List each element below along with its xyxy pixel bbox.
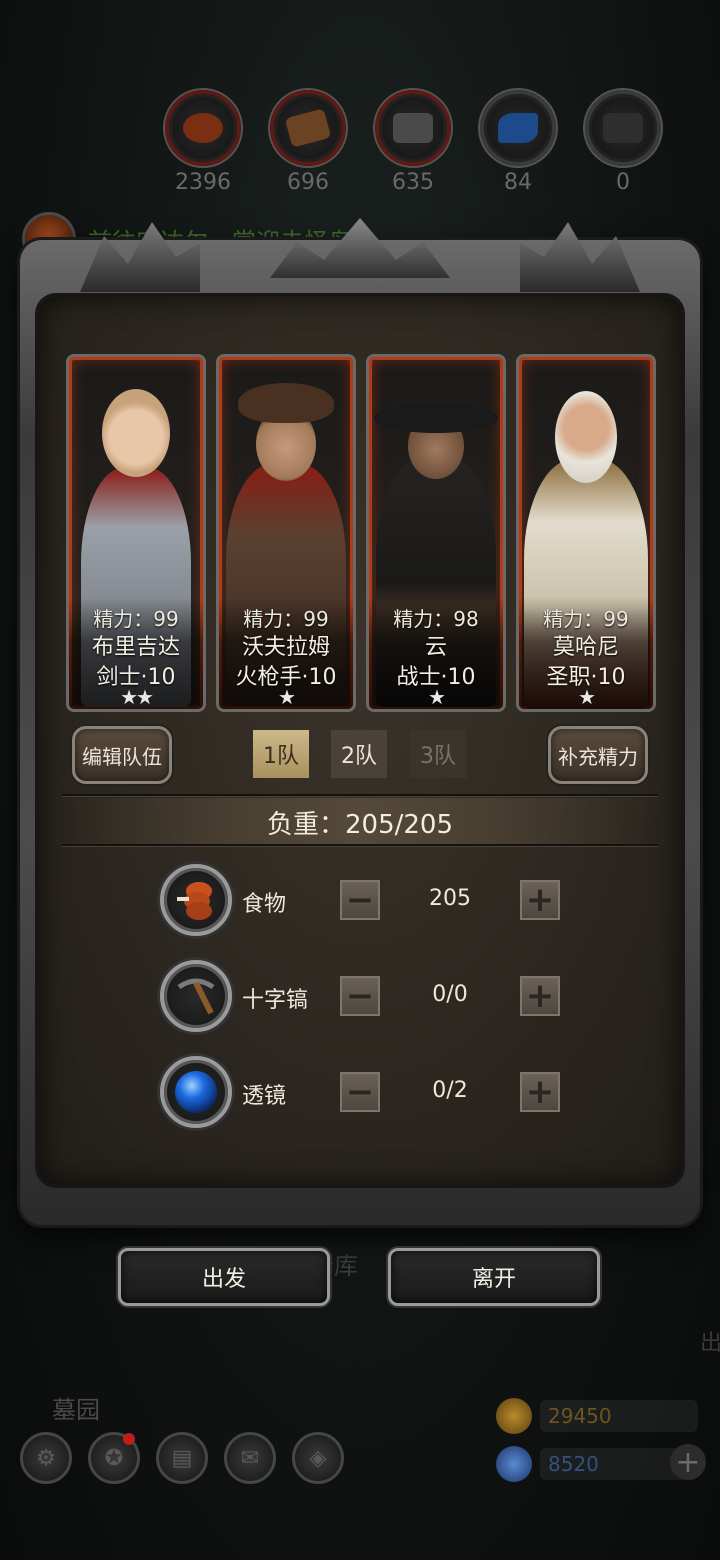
refill-stamina-button[interactable]: 补充精力 [548, 726, 648, 784]
tab-team-2[interactable]: 2队 [331, 730, 387, 778]
resource-ingot: 0 [585, 90, 661, 195]
location-name: 墓园 [52, 1396, 100, 1424]
gold-value: 29450 [540, 1400, 698, 1432]
supply-row-lens: 透镜 − 0/2 + [160, 1056, 580, 1128]
divider [62, 794, 658, 796]
hero-name: 云 [424, 635, 447, 660]
gold-counter: 29450 [496, 1398, 698, 1434]
hero-stamina: 精力：99 [543, 607, 629, 631]
hero-list: 精力：99 布里吉达 剑士·10 ★★ 精力：99 沃夫拉姆 火枪手·10 ★ … [66, 354, 656, 712]
settings-icon: ⚙ [20, 1432, 72, 1484]
hero-info: 精力：99 布里吉达 剑士·10 ★★ [69, 597, 203, 709]
crystal-icon [480, 90, 556, 166]
exit-label: 出 [700, 1331, 720, 1356]
hero-stars: ★ [578, 685, 596, 709]
hero-stars: ★ [278, 685, 296, 709]
supply-value: 0/2 [432, 1078, 468, 1103]
tab-team-1[interactable]: 1队 [253, 730, 309, 778]
hero-card[interactable]: 精力：99 布里吉达 剑士·10 ★★ [66, 354, 206, 712]
hero-card[interactable]: 精力：98 云 战士·10 ★ [366, 354, 506, 712]
hero-name: 莫哈尼 [552, 635, 619, 660]
hero-stars: ★★ [120, 685, 154, 709]
resource-value: 635 [392, 170, 434, 195]
supply-value: 205 [429, 886, 471, 911]
food-icon [160, 864, 232, 936]
decrease-lens-button[interactable]: − [340, 1072, 380, 1112]
frame-ornament [520, 222, 640, 292]
inventory-icon: ▤ [156, 1432, 208, 1484]
supply-label: 食物 [242, 892, 287, 917]
meat-icon [165, 90, 241, 166]
resource-bar: 2396 696 635 84 0 [165, 90, 661, 195]
hero-name: 沃夫拉姆 [241, 635, 330, 660]
supply-row-food: 食物 − 205 + [160, 864, 580, 936]
gem-counter: 8520 [496, 1446, 698, 1482]
hero-stamina: 精力：99 [243, 607, 329, 631]
resource-meat: 2396 [165, 90, 241, 195]
decrease-food-button[interactable]: − [340, 880, 380, 920]
resource-iron: 635 [375, 90, 451, 195]
hero-card[interactable]: 精力：99 沃夫拉姆 火枪手·10 ★ [216, 354, 356, 712]
hero-name: 布里吉达 [91, 635, 180, 660]
resource-value: 696 [287, 170, 329, 195]
edit-team-button[interactable]: 编辑队伍 [72, 726, 172, 784]
hero-stars: ★ [428, 685, 446, 709]
hero-info: 精力：98 云 战士·10 ★ [369, 597, 503, 709]
hero-stamina: 精力：99 [93, 607, 179, 631]
lens-icon [160, 1056, 232, 1128]
increase-lens-button[interactable]: + [520, 1072, 560, 1112]
shop-icon: ◈ [292, 1432, 344, 1484]
increase-pickaxe-button[interactable]: + [520, 976, 560, 1016]
resource-value: 2396 [175, 170, 231, 195]
resource-crystal: 84 [480, 90, 556, 195]
supply-label: 透镜 [242, 1084, 287, 1109]
pickaxe-icon [160, 960, 232, 1032]
iron-icon [375, 90, 451, 166]
hero-info: 精力：99 莫哈尼 圣职·10 ★ [519, 597, 653, 709]
decrease-pickaxe-button[interactable]: − [340, 976, 380, 1016]
gem-icon [496, 1446, 532, 1482]
wood-icon [270, 90, 346, 166]
achievement-icon: ✪ [88, 1432, 140, 1484]
resource-value: 84 [504, 170, 532, 195]
load-capacity: 负重：205/205 [62, 798, 658, 846]
ingot-icon [585, 90, 661, 166]
supply-label: 十字镐 [242, 988, 309, 1013]
tab-team-3[interactable]: 3队 [410, 730, 466, 778]
hero-info: 精力：99 沃夫拉姆 火枪手·10 ★ [219, 597, 353, 709]
resource-wood: 696 [270, 90, 346, 195]
hero-card[interactable]: 精力：99 莫哈尼 圣职·10 ★ [516, 354, 656, 712]
leave-button[interactable]: 离开 [388, 1248, 600, 1306]
resource-value: 0 [616, 170, 630, 195]
increase-food-button[interactable]: + [520, 880, 560, 920]
supply-value: 0/0 [432, 982, 468, 1007]
depart-button[interactable]: 出发 [118, 1248, 330, 1306]
supply-row-pickaxe: 十字镐 − 0/0 + [160, 960, 580, 1032]
mail-icon: ✉ [224, 1432, 276, 1484]
divider [62, 844, 658, 846]
gold-coin-icon [496, 1398, 532, 1434]
add-gem-button: + [670, 1444, 706, 1480]
notification-dot [123, 1433, 135, 1445]
hero-stamina: 精力：98 [393, 607, 479, 631]
bottom-menu: ⚙ ✪ ▤ ✉ ◈ [20, 1432, 344, 1484]
